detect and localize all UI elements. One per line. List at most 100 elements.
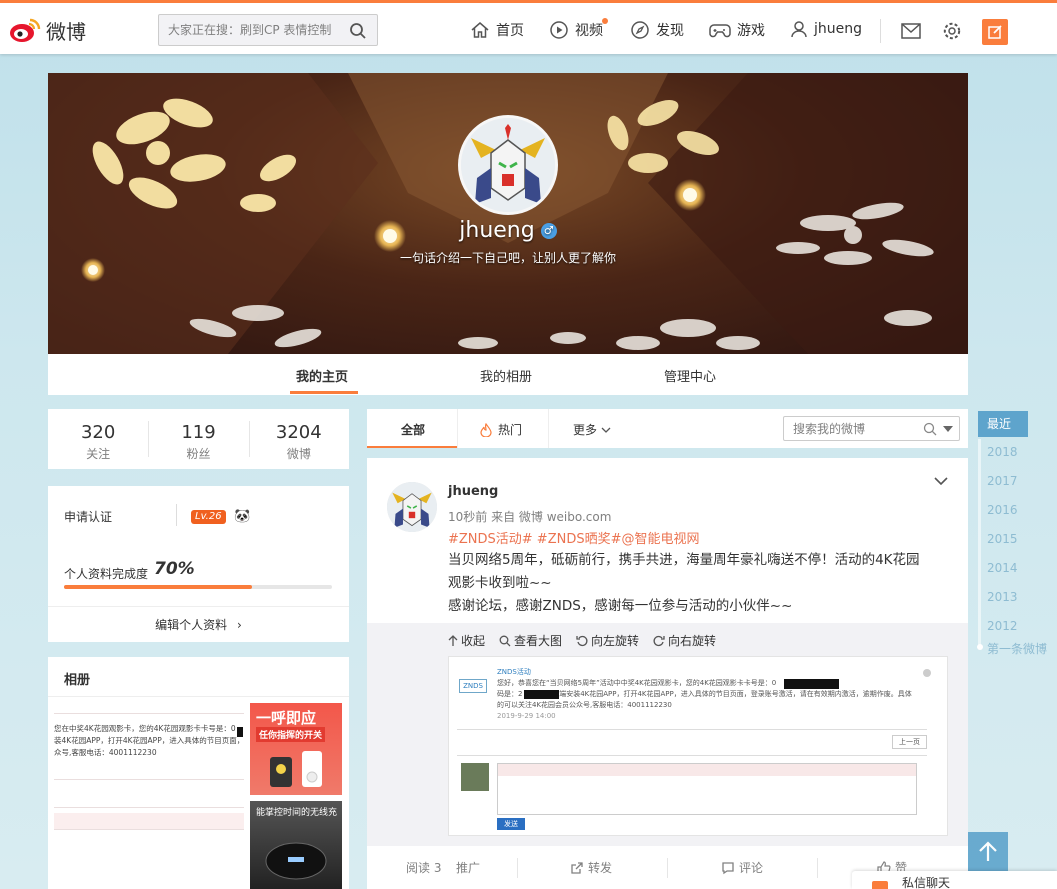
feed-tab-hot[interactable]: 热门 (480, 421, 522, 438)
chat-icon (872, 881, 888, 889)
feed-search-input[interactable] (784, 417, 914, 440)
gamepad-icon (709, 24, 731, 38)
rotate-left-button[interactable]: 向左旋转 (576, 632, 639, 649)
collapse-button[interactable]: 收起 (448, 632, 485, 649)
feed-tab-hot-label: 热门 (498, 423, 523, 437)
rotate-left-label: 向左旋转 (591, 634, 640, 648)
panda-icon[interactable]: 🐼 (234, 509, 250, 524)
tab-manage-center[interactable]: 管理中心 (664, 366, 716, 385)
stat-followers[interactable]: 119 粉丝 (148, 409, 248, 469)
compose-icon (988, 25, 1002, 39)
search-icon[interactable] (349, 22, 367, 40)
album-photo-1[interactable]: 一呼即应 任你指挥的开关 (250, 703, 342, 795)
nav-games-label: 游戏 (737, 23, 765, 39)
repost-button[interactable]: 转发 (570, 859, 612, 876)
gundam-avatar-image (387, 482, 437, 532)
divider (457, 755, 927, 756)
timeline-year[interactable]: 2016 (987, 503, 1018, 517)
nav-discover[interactable]: 发现 (630, 20, 684, 40)
post-author-avatar[interactable] (387, 482, 437, 532)
profile-bio[interactable]: 一句话介绍一下自己吧，让别人更了解你 (48, 249, 968, 266)
followers-label: 粉丝 (186, 447, 211, 461)
album-photo-document[interactable]: 您在中奖4K花园观影卡，您的4K花园观影卡卡号是：0 装4K花园APP，打开4K… (54, 703, 244, 883)
repost-label: 转发 (588, 861, 613, 875)
profile-tabs: 我的主页 我的相册 管理中心 (48, 354, 968, 395)
chevron-down-icon[interactable] (933, 476, 949, 486)
nav-profile[interactable]: jhueng (790, 20, 862, 38)
timeline-year[interactable]: 2017 (987, 474, 1018, 488)
feed-tab-all[interactable]: 全部 (401, 421, 425, 438)
media-toolbar: 收起 查看大图 向左旋转 向右旋转 (448, 632, 716, 649)
tab-my-album[interactable]: 我的相册 (480, 366, 532, 385)
search-icon[interactable] (923, 422, 937, 436)
chevron-right-icon: › (237, 618, 242, 632)
verification-card: 申请认证 Lv.26 🐼 个人资料完成度 70% 编辑个人资料 › (48, 486, 349, 642)
timeline-recent[interactable]: 最近 (978, 411, 1028, 437)
screenshot-avatar (461, 763, 489, 791)
nav-divider (880, 19, 881, 43)
post-hashtags[interactable]: #ZNDS活动# #ZNDS晒奖#@智能电视网 (448, 528, 700, 547)
screenshot-prev-page: 上一页 (892, 735, 927, 749)
comment-icon (722, 861, 734, 874)
timeline-first-post[interactable]: 第一条微博 (987, 640, 1047, 657)
album-title[interactable]: 相册 (64, 669, 90, 688)
nav-games[interactable]: 游戏 (709, 20, 765, 40)
nav-home[interactable]: 首页 (470, 20, 524, 40)
feed-tab-more[interactable]: 更多 (573, 421, 611, 438)
post-media-expanded: 收起 查看大图 向左旋转 向右旋转 ZNDS ZNDS活动 您好，恭喜您在“当贝… (367, 623, 968, 845)
post-author-name[interactable]: jhueng (448, 484, 498, 499)
male-gender-icon: ♂ (540, 223, 557, 239)
notification-dot (602, 18, 608, 24)
screenshot-send-button: 发送 (497, 818, 525, 830)
gear-icon[interactable] (942, 21, 962, 41)
edit-profile-button[interactable]: 编辑个人资料 › (48, 606, 349, 642)
stat-following[interactable]: 320 关注 (48, 409, 148, 469)
logo-text: 微博 (46, 19, 86, 44)
collapse-label: 收起 (461, 634, 486, 648)
timeline-year[interactable]: 2013 (987, 590, 1018, 604)
timeline-year[interactable]: 2012 (987, 619, 1018, 633)
compass-icon (631, 21, 649, 39)
nav-discover-label: 发现 (656, 23, 684, 39)
rotate-right-button[interactable]: 向右旋转 (653, 632, 716, 649)
compose-button[interactable] (982, 19, 1008, 45)
timeline-year[interactable]: 2015 (987, 532, 1018, 546)
screenshot-line: 码是：2 9，请在TV端安装4K花园APP，打开4K花园APP，进入具体的节目页… (497, 690, 912, 709)
timeline-year[interactable]: 2014 (987, 561, 1018, 575)
comment-label: 评论 (739, 861, 764, 875)
close-icon (923, 669, 931, 677)
magnifier-icon (499, 635, 511, 646)
redaction-block (524, 690, 559, 699)
timeline-year[interactable]: 2018 (987, 445, 1018, 459)
weibo-logo[interactable]: 微博 (8, 15, 86, 45)
apply-verification-link[interactable]: 申请认证 (64, 508, 112, 525)
post-text-line: 观影卡收到啦~~ (448, 575, 552, 591)
divider (548, 409, 549, 448)
divider (54, 829, 244, 830)
speaker-illustration (270, 751, 322, 787)
divider (457, 729, 927, 730)
post-screenshot-image[interactable]: ZNDS ZNDS活动 您好，恭喜您在“当贝网络5周年”活动中中奖4K花园观影卡… (448, 656, 948, 836)
video-icon (550, 21, 568, 39)
private-chat-label: 私信聊天 (902, 876, 951, 889)
feed-search-box (783, 416, 960, 441)
comment-button[interactable]: 评论 (721, 859, 763, 876)
promote-button[interactable]: 推广 (456, 859, 480, 876)
global-search-input[interactable] (159, 15, 339, 45)
private-chat-tab[interactable]: 私信聊天 (852, 871, 1057, 889)
completion-percent: 70% (154, 559, 195, 579)
stat-posts[interactable]: 3204 微博 (248, 409, 349, 469)
caret-down-icon[interactable] (943, 426, 953, 432)
profile-avatar[interactable] (458, 115, 558, 215)
divider (817, 858, 818, 878)
back-to-top-button[interactable] (968, 832, 1008, 872)
nav-video[interactable]: 视频 (549, 18, 608, 40)
gundam-avatar-image (461, 118, 555, 212)
post-text-line: 当贝网络5周年，砥砺前行，携手共进，海量周年豪礼嗨送不停！活动的4K花园 (448, 552, 920, 568)
album-photo-2[interactable]: 能掌控时间的无线充 (250, 801, 342, 889)
completion-label: 个人资料完成度 (64, 567, 149, 581)
tab-my-home[interactable]: 我的主页 (296, 366, 348, 385)
mail-icon[interactable] (901, 23, 921, 39)
level-badge[interactable]: Lv.26 (191, 510, 226, 524)
view-large-button[interactable]: 查看大图 (499, 632, 562, 649)
